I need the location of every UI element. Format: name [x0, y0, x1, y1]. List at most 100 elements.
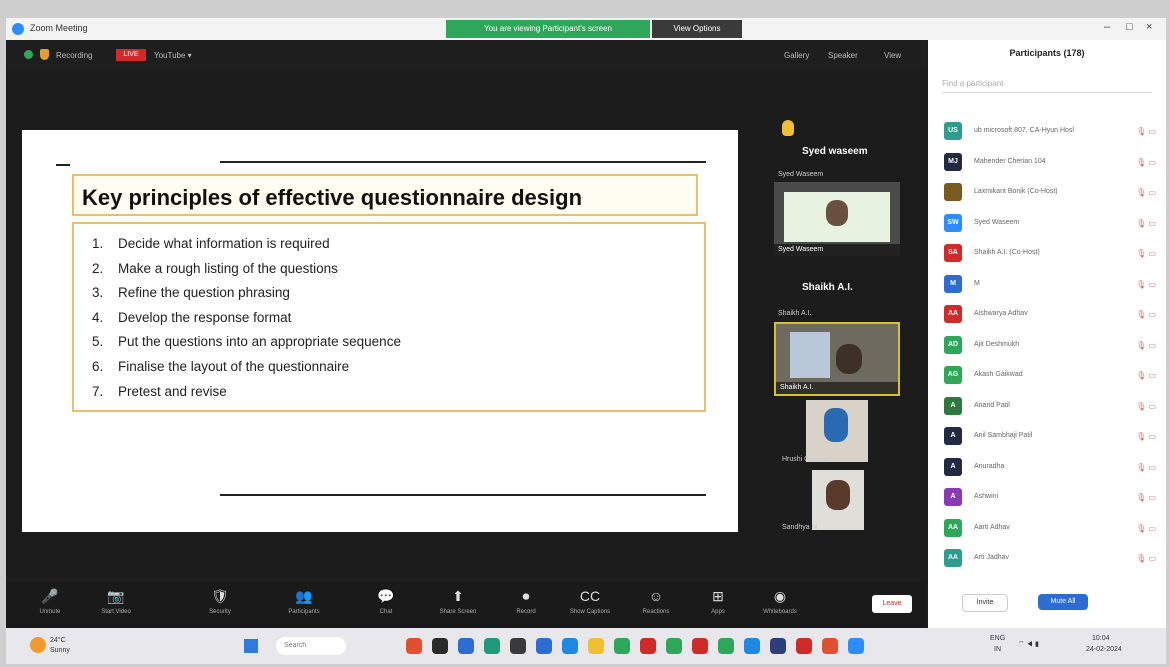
toolbar-apps-button[interactable]: ⊞ Apps — [688, 587, 748, 615]
slide-list-item: 4. Develop the response format — [92, 310, 401, 335]
participant-row[interactable]: AA Aarti Adhav 🎙 ▭ — [940, 518, 1162, 539]
toolbar-chat-button[interactable]: 💬 Chat — [356, 587, 416, 615]
mic-camera-icon[interactable]: 🎙 ▭ — [1136, 402, 1156, 411]
toolbar-label: Whiteboards — [763, 609, 797, 615]
mute-all-button[interactable]: Mute All — [1038, 594, 1088, 610]
gallery-view-button[interactable]: Gallery — [784, 51, 809, 60]
participant-row[interactable]: SW Syed Waseem 🎙 ▭ — [940, 213, 1162, 234]
app-icon[interactable] — [796, 638, 812, 654]
taskbar-search[interactable]: Search — [276, 637, 346, 655]
youtube-live-dropdown[interactable]: YouTube ▾ — [154, 51, 192, 60]
app-icon[interactable] — [744, 638, 760, 654]
maximize-button[interactable]: □ — [1126, 21, 1133, 33]
mic-camera-icon[interactable]: 🎙 ▭ — [1136, 524, 1156, 533]
view-button[interactable]: View — [884, 51, 901, 60]
participant-row[interactable]: AA Aishwarya Adhav 🎙 ▭ — [940, 305, 1162, 325]
toolbar-security-button[interactable]: 🛡 Security — [190, 587, 250, 615]
participant-name: Anand Patil — [974, 401, 1010, 409]
mic-camera-icon[interactable]: 🎙 ▭ — [1136, 463, 1156, 472]
mic-camera-icon[interactable]: 🎙 ▭ — [1136, 219, 1156, 228]
mic-camera-icon[interactable]: 🎙 ▭ — [1136, 493, 1156, 502]
participant-search-input[interactable]: Find a participant — [942, 76, 1152, 93]
app-icon[interactable] — [510, 638, 526, 654]
edge-browser-icon[interactable] — [562, 638, 578, 654]
toolbar-participants-button[interactable]: 👥 Participants — [274, 587, 334, 615]
participant-row[interactable]: AG Akash Gaikwad 🎙 ▭ — [940, 366, 1162, 386]
participant-row[interactable]: Laxmikant Bonik (Co-Host) 🎙 ▭ — [940, 183, 1162, 203]
mic-camera-icon[interactable]: 🎙 ▭ — [1136, 310, 1156, 319]
chrome-icon[interactable] — [666, 638, 682, 654]
mic-camera-icon[interactable]: 🎙 ▭ — [1136, 249, 1156, 258]
file-explorer-icon[interactable] — [588, 638, 604, 654]
app-icon[interactable] — [822, 638, 838, 654]
list-item-number: 7. — [92, 383, 104, 399]
app-icon[interactable] — [458, 638, 474, 654]
mic-camera-icon[interactable]: 🎙 ▭ — [1136, 280, 1156, 289]
invite-button[interactable]: Invite — [962, 594, 1008, 612]
wifi-volume-icon[interactable]: ⌔ ◀ ▮ — [1018, 640, 1039, 649]
video-thumb-4[interactable] — [812, 470, 864, 530]
participants-title: Participants (178) — [1009, 48, 1085, 58]
weather-widget[interactable]: 24°C Sunny — [50, 636, 70, 656]
app-icon[interactable] — [432, 638, 448, 654]
toolbar-unmute-button[interactable]: 🎤 Unmute — [20, 587, 80, 615]
toolbar-show-captions-button[interactable]: CC Show Captions — [560, 587, 620, 615]
clock-time[interactable]: 10:04 — [1092, 635, 1110, 642]
chrome-icon[interactable] — [640, 638, 656, 654]
mic-camera-icon[interactable]: 🎙 ▭ — [1136, 188, 1156, 197]
speaker-view-button[interactable]: Speaker — [828, 51, 858, 60]
meeting-toolbar: Leave 🎤 Unmute 📷 Start Video 🛡 Security 👥 Parti… — [6, 581, 926, 628]
mic-camera-icon[interactable]: 🎙 ▭ — [1136, 432, 1156, 441]
mic-camera-icon[interactable]: 🎙 ▭ — [1136, 341, 1156, 350]
app-icon[interactable] — [770, 638, 786, 654]
toolbar-label: Start Video — [101, 609, 131, 615]
toolbar-record-button[interactable]: ⏺ Record — [496, 587, 556, 615]
participant-name: Arti Jadhav — [974, 554, 1010, 561]
participant-row[interactable]: A Anand Patil 🎙 ▭ — [940, 396, 1162, 417]
view-options-button[interactable]: View Options — [652, 20, 742, 38]
participant-row[interactable]: M M 🎙 ▭ — [940, 274, 1162, 295]
participant-row[interactable]: AD Ajit Deshmukh 🎙 ▭ — [940, 335, 1162, 356]
slide-list-item: 3. Refine the question phrasing — [92, 285, 401, 310]
thumb3-label: Hrushi Gaikwad — [782, 456, 832, 463]
toolbar-reactions-button[interactable]: ☺ Reactions — [626, 587, 686, 615]
language-indicator[interactable]: ENG — [990, 635, 1005, 642]
chrome-icon[interactable] — [718, 638, 734, 654]
zoom-taskbar-icon[interactable] — [848, 638, 864, 654]
mic-camera-icon[interactable]: 🎙 ▭ — [1136, 371, 1156, 380]
participant-row[interactable]: SA Shaikh A.I. (Co-Host) 🎙 ▭ — [940, 244, 1162, 264]
toolbar-whiteboards-button[interactable]: ◉ Whiteboards — [750, 587, 810, 615]
chrome-icon[interactable] — [614, 638, 630, 654]
participant-name: Aishwarya Adhav — [974, 310, 1028, 317]
toolbar-label: Apps — [711, 609, 725, 615]
participant-figure — [836, 344, 862, 374]
toolbar-share-screen-button[interactable]: ⬆ Share Screen — [428, 587, 488, 615]
weather-desc: Sunny — [50, 647, 70, 654]
video-thumb-3[interactable] — [806, 400, 868, 462]
video-thumb-1[interactable]: Syed Waseem — [774, 182, 900, 256]
windows-start-icon[interactable] — [244, 639, 258, 653]
video-thumb-2[interactable]: Shaikh A.I. — [774, 322, 900, 396]
mic-camera-icon[interactable]: 🎙 ▭ — [1136, 158, 1156, 167]
participant-name: Laxmikant Bonik (Co-Host) — [974, 188, 1058, 195]
mic-camera-icon[interactable]: 🎙 ▭ — [1136, 554, 1156, 563]
app-icon[interactable] — [484, 638, 500, 654]
mail-icon[interactable] — [536, 638, 552, 654]
leave-button[interactable]: Leave — [872, 595, 912, 613]
windows-taskbar: 24°C Sunny Search ENG IN ⌔ ◀ ▮ 10:04 24-… — [6, 628, 1166, 664]
participant-row[interactable]: A Anuradha 🎙 ▭ — [940, 457, 1162, 478]
mic-camera-icon[interactable]: 🎙 ▭ — [1136, 127, 1156, 136]
participant-row[interactable]: AA Arti Jadhav 🎙 ▭ — [940, 549, 1162, 569]
window-titlebar: Zoom Meeting You are viewing Participant… — [6, 18, 1166, 40]
participant-row[interactable]: A Ashwini 🎙 ▭ — [940, 488, 1162, 508]
close-button[interactable]: × — [1146, 21, 1152, 33]
participant-row[interactable]: US ub microsoft 807, CA-Hyun Hosl 🎙 ▭ — [940, 122, 1162, 142]
chrome-icon[interactable] — [692, 638, 708, 654]
participant-row[interactable]: MJ Mahender Cherian 104 🎙 ▭ — [940, 152, 1162, 173]
participant-avatar: SW — [944, 213, 962, 232]
participant-row[interactable]: A Anil Sambhaji Patil 🎙 ▭ — [940, 427, 1162, 447]
meeting-top-bar: Recording LIVE YouTube ▾ Gallery Speaker… — [6, 40, 926, 70]
toolbar-start-video-button[interactable]: 📷 Start Video — [86, 587, 146, 615]
app-icon[interactable] — [406, 638, 422, 654]
minimize-button[interactable]: – — [1104, 21, 1110, 33]
